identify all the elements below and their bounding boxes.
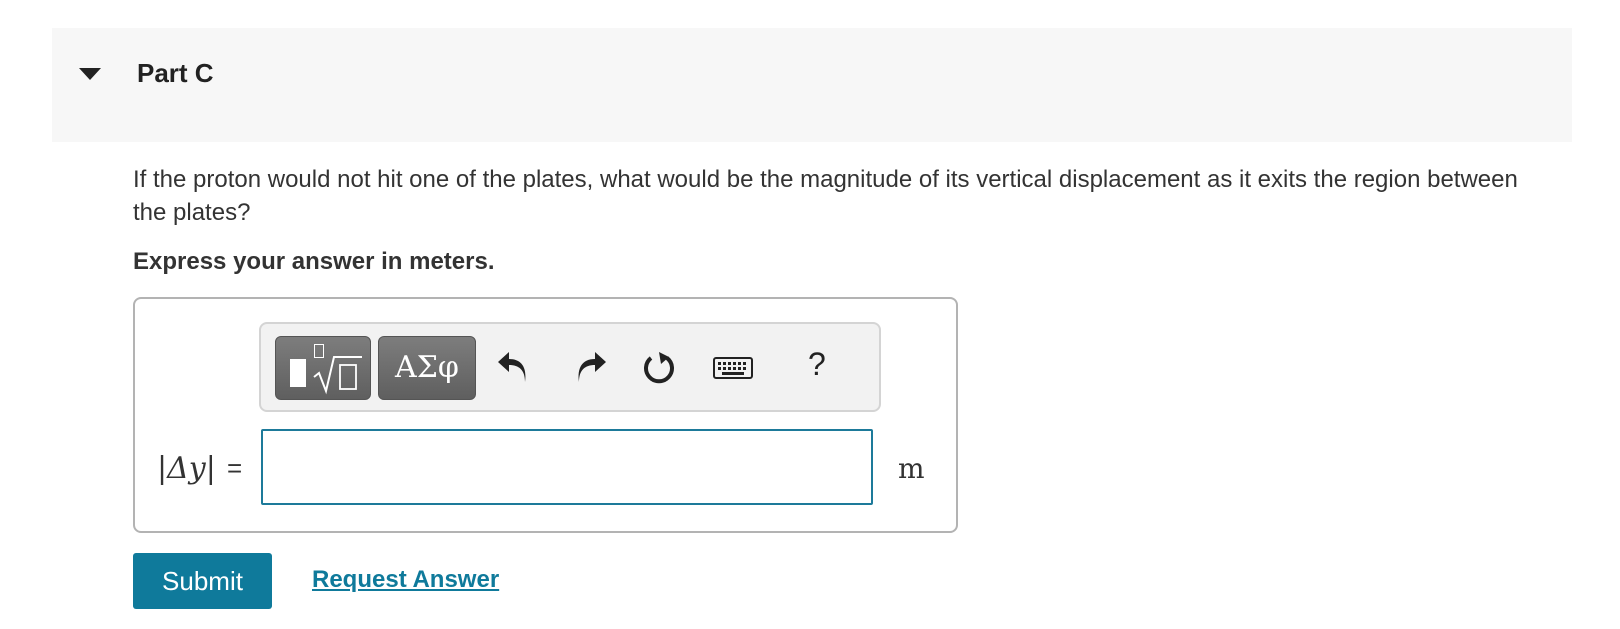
answer-instruction: Express your answer in meters. xyxy=(133,248,495,275)
keyboard-icon[interactable] xyxy=(711,348,755,388)
question-text: If the proton would not hit one of the p… xyxy=(133,166,1518,226)
answer-box: ΑΣφ ? |Δy| = m xyxy=(133,297,958,533)
variable-label: |Δy| xyxy=(157,451,216,486)
collapse-caret-icon[interactable] xyxy=(79,68,101,80)
templates-button[interactable] xyxy=(275,336,371,400)
undo-icon[interactable] xyxy=(495,348,535,388)
part-header[interactable]: Part C xyxy=(52,28,1572,142)
help-button[interactable]: ? xyxy=(808,346,826,383)
unit-label: m xyxy=(898,452,925,485)
part-title: Part C xyxy=(137,58,214,88)
redo-icon[interactable] xyxy=(569,348,609,388)
equals-sign: = xyxy=(227,453,243,483)
submit-button[interactable]: Submit xyxy=(133,553,272,609)
request-answer-link[interactable]: Request Answer xyxy=(312,566,499,594)
greek-symbols-button[interactable]: ΑΣφ xyxy=(378,336,476,400)
reset-icon[interactable] xyxy=(639,348,679,388)
answer-input[interactable] xyxy=(261,429,873,505)
math-toolbar: ΑΣφ ? xyxy=(259,322,881,412)
variable-symbol: Δy xyxy=(167,451,206,486)
